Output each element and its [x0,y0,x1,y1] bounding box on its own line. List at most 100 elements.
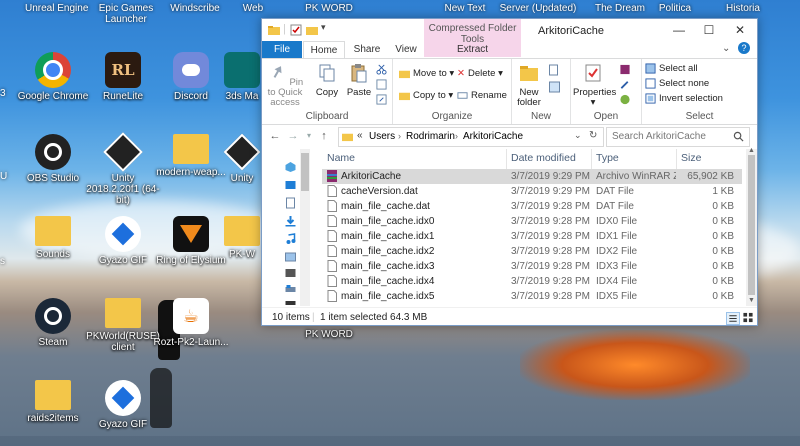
column-divider[interactable] [676,149,677,169]
address-dropdown-icon[interactable]: ⌄ [574,130,582,141]
close-button[interactable]: ✕ [725,19,755,41]
desktop-icon-obs[interactable]: OBS Studio [14,134,92,184]
nav-3d-objects-icon[interactable] [284,161,297,173]
new-item-icon[interactable] [548,64,561,76]
breadcrumb-rodrimarin[interactable]: Rodrimarin [406,131,455,142]
desktop-icon-modern-weap[interactable]: modern-weap... [152,134,230,178]
minimize-button[interactable]: — [664,19,694,41]
tab-view[interactable]: View [388,41,424,58]
nav-music-icon[interactable] [284,233,297,245]
address-overflow[interactable]: « [357,130,363,141]
desktop-top-label[interactable]: Unreal Engine [25,3,88,14]
winrar-open-icon[interactable] [619,64,631,75]
table-row[interactable]: main_file_cache.idx2 3/7/2019 9:28 PM IDX2… [322,244,742,259]
nav-downloads-icon[interactable] [284,215,297,227]
desktop-top-label[interactable]: Web [238,3,268,14]
desktop-icon-discord[interactable]: Discord [152,52,230,102]
back-button[interactable]: ← [268,129,282,143]
properties-button[interactable]: Properties ▾ [573,63,616,108]
properties-check-icon[interactable] [290,24,302,36]
copy-path-icon[interactable] [376,79,387,90]
desktop-top-label[interactable]: Historia [718,3,768,14]
help-icon[interactable]: ? [738,42,750,54]
nav-local-disk-icon[interactable] [284,283,297,295]
scroll-up-icon[interactable]: ▲ [748,147,755,154]
nav-scrollbar-thumb[interactable] [301,153,309,191]
table-row[interactable]: ArkitoriCache 3/7/2019 9:29 PM Archivo Win… [322,169,742,184]
column-type[interactable]: Type [596,152,619,164]
recent-locations-button[interactable]: ▾ [302,129,316,143]
new-folder-icon[interactable] [306,24,318,36]
history-icon[interactable] [619,94,631,105]
title-bar[interactable]: | ▾ Compressed Folder Tools ArkitoriCach… [262,19,757,57]
up-button[interactable]: ↑ [317,129,331,143]
desktop-top-label[interactable]: Server (Updated) [498,3,578,14]
navigation-pane[interactable] [262,149,310,306]
table-row[interactable]: main_file_cache.idx1 3/7/2019 9:28 PM IDX1… [322,229,742,244]
breadcrumb-users[interactable]: Users [369,131,395,142]
desktop-icon-pkworld[interactable]: PKWorld(RUSE) client [84,298,162,353]
desktop-top-label[interactable]: Epic Games Launcher [96,3,156,25]
large-icons-view-icon[interactable] [742,312,754,323]
tab-share[interactable]: Share [346,41,388,58]
paste-shortcut-icon[interactable] [376,94,387,105]
easy-access-icon[interactable] [548,81,561,93]
desktop-icon-chrome[interactable]: Google Chrome [14,52,92,102]
column-date-modified[interactable]: Date modified [511,152,576,164]
table-row[interactable]: main_file_cache.idx5 3/7/2019 9:28 PM IDX5… [322,289,742,304]
desktop-icon-steam[interactable]: Steam [14,298,92,348]
table-row[interactable]: main_file_cache.dat 3/7/2019 9:28 PM DAT F… [322,199,742,214]
nav-pictures-icon[interactable] [284,251,297,263]
scroll-down-icon[interactable]: ▼ [748,297,755,304]
paste-button[interactable]: Paste [344,63,374,98]
column-divider[interactable] [506,149,507,169]
desktop-icon-3dsmax[interactable]: 3ds Ma [220,52,264,102]
nav-documents-icon[interactable] [284,197,297,209]
desktop-icon-unity[interactable]: Unity 2018.2.20f1 (64-bit) [84,132,162,206]
column-size[interactable]: Size [681,152,701,164]
nav-scrollbar[interactable] [300,149,310,306]
new-folder-button[interactable]: New folder [514,63,544,108]
refresh-icon[interactable]: ↻ [589,130,597,141]
desktop-icon-pkw[interactable]: PK-W [220,216,264,260]
invert-selection-button[interactable]: Invert selection [645,92,723,106]
desktop-icon-raids2items[interactable]: raids2items [14,380,92,424]
tab-extract[interactable]: Extract [424,41,521,58]
breadcrumb-arkitoricache[interactable]: ArkitoriCache [463,131,523,142]
copy-button[interactable]: Copy [312,63,342,98]
table-row[interactable]: main_file_cache.idx3 3/7/2019 9:28 PM IDX3… [322,259,742,274]
rename-button[interactable]: Rename [457,89,507,103]
desktop-icon-unity-2[interactable]: Unity [220,134,264,184]
forward-button[interactable]: → [286,129,300,143]
qat-dropdown-icon[interactable]: ▾ [321,22,326,33]
desktop-top-label[interactable]: Windscribe [165,3,225,14]
file-list-scrollbar-thumb[interactable] [748,155,755,295]
table-row[interactable]: main_file_cache.idx0 3/7/2019 9:28 PM IDX0… [322,214,742,229]
table-row[interactable]: main_file_cache.idx4 3/7/2019 9:28 PM IDX4… [322,274,742,289]
select-all-button[interactable]: Select all [645,62,698,76]
desktop-icon-gyazo-2[interactable]: Gyazo GIF [84,380,162,430]
copy-to-button[interactable]: Copy to ▾ [399,89,453,103]
column-divider[interactable] [591,149,592,169]
desktop-icon-rozt[interactable]: ☕ Rozt-Pk2-Laun... [152,298,230,348]
edit-icon[interactable] [619,79,631,90]
details-view-icon[interactable] [726,312,740,325]
desktop-top-label[interactable]: PK WORD [304,3,354,14]
column-name[interactable]: Name [327,152,355,164]
ribbon-collapse-icon[interactable]: ⌄ [722,43,730,54]
desktop-icon-sounds[interactable]: Sounds [14,216,92,260]
desktop-top-label[interactable]: New Text [440,3,490,14]
move-to-button[interactable]: Move to ▾ [399,67,454,81]
desktop-icon-roe[interactable]: Ring of Elysium [152,216,230,266]
table-row[interactable]: cacheVersion.dat 3/7/2019 9:29 PM DAT File… [322,184,742,199]
address-bar[interactable]: « Users › Rodrimarin › ArkitoriCache ⌄ ↻ [338,127,604,147]
file-list-scrollbar[interactable]: ▲ ▼ [746,147,757,306]
explorer-window[interactable]: | ▾ Compressed Folder Tools ArkitoriCach… [261,18,758,326]
search-input[interactable]: Search ArkitoriCache [606,127,750,147]
select-none-button[interactable]: Select none [645,77,709,91]
nav-videos-icon[interactable] [284,267,297,279]
nav-desktop-icon[interactable] [284,179,297,191]
cut-icon[interactable] [376,64,387,75]
file-list[interactable]: Name Date modified Type Size ArkitoriCac… [322,149,742,306]
delete-button[interactable]: ✕ Delete ▾ [457,67,503,81]
